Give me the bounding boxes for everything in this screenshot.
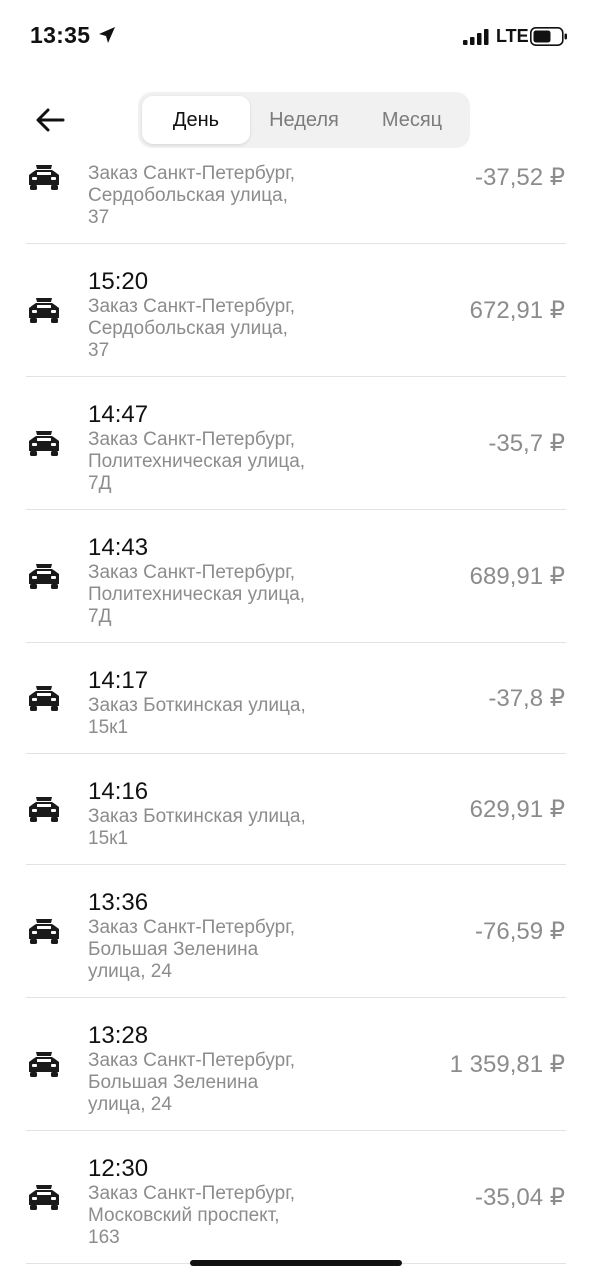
transaction-amount: 689,91 ₽ [469, 562, 565, 590]
transaction-time: 15:20 [88, 267, 149, 295]
transaction-description: Заказ Боткинская улица, 15к1 [88, 806, 338, 850]
transaction-time: 14:43 [88, 533, 149, 561]
transaction-description: Заказ Санкт-Петербург, Московский проспек… [88, 1183, 338, 1249]
tab-week[interactable]: Неделя [250, 96, 358, 144]
transaction-row[interactable]: 13:28 Заказ Санкт-Петербург, Большая Зелен… [0, 998, 591, 1131]
taxi-car-icon [29, 1184, 59, 1210]
transaction-amount: -37,52 ₽ [475, 164, 565, 191]
transaction-time: 12:30 [88, 1154, 149, 1182]
transaction-description-line: Заказ Санкт-Петербург, [88, 1182, 296, 1204]
transaction-row[interactable]: 14:17 Заказ Боткинская улица, 15к1 -37,8 ₽ [0, 643, 591, 754]
transaction-time: 14:47 [88, 400, 149, 428]
transaction-amount: -37,8 ₽ [488, 684, 565, 712]
transaction-description-line: Заказ Санкт-Петербург, [88, 163, 296, 184]
header: День Неделя Месяц [0, 88, 591, 152]
transaction-row[interactable]: 15:20 Заказ Санкт-Петербург, Сердобольская… [0, 244, 591, 377]
transaction-time: 13:28 [88, 1021, 149, 1049]
transaction-description-line: 7Д [88, 472, 112, 494]
transaction-description-line: Заказ Санкт-Петербург, [88, 561, 296, 583]
transaction-amount: -35,04 ₽ [475, 1183, 565, 1211]
transaction-time: 14:16 [88, 777, 149, 805]
transaction-description: Заказ Санкт-Петербург, Большая Зеленина ул… [88, 1050, 338, 1116]
transaction-description: Заказ Санкт-Петербург, Сердобольская улиц… [88, 163, 338, 229]
taxi-car-icon [29, 563, 59, 589]
transaction-amount: 672,91 ₽ [469, 296, 565, 324]
transaction-amount: 629,91 ₽ [469, 795, 565, 823]
transaction-description-line: Большая Зеленина [88, 938, 259, 960]
transaction-description-line: улица, 24 [88, 1093, 172, 1115]
transaction-description-line: Политехническая улица, [88, 450, 306, 472]
transaction-amount: -35,7 ₽ [488, 429, 565, 457]
tab-day[interactable]: День [142, 96, 250, 144]
transaction-description-line: Заказ Санкт-Петербург, [88, 916, 296, 938]
status-bar: 13:35 LTE [0, 0, 591, 72]
transaction-description-line: 15к1 [88, 827, 129, 849]
transaction-row[interactable]: 14:16 Заказ Боткинская улица, 15к1 629,91 ₽ [0, 754, 591, 865]
taxi-car-icon [29, 430, 59, 456]
transaction-row[interactable]: 13:36 Заказ Санкт-Петербург, Большая Зелен… [0, 865, 591, 998]
transaction-description-line: 7Д [88, 605, 112, 627]
transaction-description: Заказ Санкт-Петербург, Сердобольская улиц… [88, 296, 338, 362]
taxi-car-icon [29, 685, 59, 711]
transaction-description-line: Заказ Боткинская улица, [88, 805, 306, 827]
transaction-description-line: Политехническая улица, [88, 583, 306, 605]
transaction-row[interactable]: 14:47 Заказ Санкт-Петербург, Политехническ… [0, 377, 591, 510]
period-segmented-control: День Неделя Месяц [138, 92, 470, 148]
taxi-car-icon [29, 297, 59, 323]
taxi-car-icon [29, 165, 59, 190]
transaction-description-line: Заказ Боткинская улица, [88, 694, 306, 716]
transaction-description: Заказ Санкт-Петербург, Политехническая ул… [88, 562, 338, 628]
location-arrow-icon [99, 27, 115, 43]
tab-month[interactable]: Месяц [358, 96, 466, 144]
transaction-description-line: 37 [88, 339, 110, 361]
transaction-description: Заказ Санкт-Петербург, Политехническая ул… [88, 429, 338, 495]
transaction-description-line: 15к1 [88, 716, 129, 738]
network-label: LTE [496, 26, 529, 46]
transaction-description-line: Сердобольская улица, [88, 317, 288, 339]
transaction-description-line: 37 [88, 207, 110, 228]
transaction-description-line: Заказ Санкт-Петербург, [88, 1049, 296, 1071]
transaction-description-line: Заказ Санкт-Петербург, [88, 428, 296, 450]
transaction-description: Заказ Боткинская улица, 15к1 [88, 695, 338, 739]
status-time: 13:35 [30, 22, 91, 48]
transaction-time: 13:36 [88, 888, 149, 916]
transaction-time: 14:17 [88, 666, 149, 694]
signal-icon [463, 29, 489, 45]
battery-icon [530, 27, 567, 46]
transaction-row[interactable]: 14:43 Заказ Санкт-Петербург, Политехническ… [0, 510, 591, 643]
transaction-row[interactable]: 12:30 Заказ Санкт-Петербург, Московский пр… [0, 1131, 591, 1264]
arrow-left-icon [36, 108, 65, 132]
transaction-description-line: улица, 24 [88, 960, 172, 982]
taxi-car-icon [29, 918, 59, 944]
transaction-description-line: 163 [88, 1226, 120, 1248]
transaction-description: Заказ Санкт-Петербург, Большая Зеленина ул… [88, 917, 338, 983]
taxi-car-icon [29, 1051, 59, 1077]
back-button[interactable] [30, 100, 70, 140]
home-indicator [190, 1260, 402, 1266]
transaction-description-line: Московский проспект, [88, 1204, 280, 1226]
taxi-car-icon [29, 796, 59, 822]
transaction-description-line: Сердобольская улица, [88, 185, 288, 206]
transaction-amount: 1 359,81 ₽ [449, 1050, 565, 1078]
transaction-description-line: Большая Зеленина [88, 1071, 259, 1093]
transaction-amount: -76,59 ₽ [475, 917, 565, 945]
transaction-description-line: Заказ Санкт-Петербург, [88, 295, 296, 317]
